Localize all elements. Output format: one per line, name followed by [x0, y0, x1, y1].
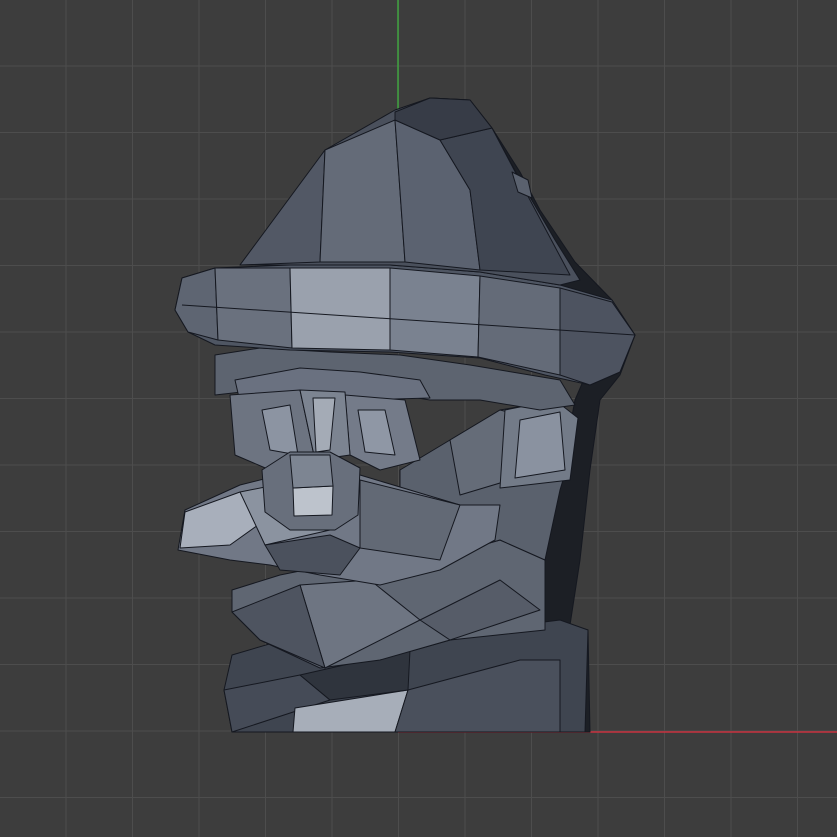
- mesh-brim-face-6: [559, 287, 636, 386]
- character-mesh[interactable]: [174, 97, 636, 733]
- 3d-viewport[interactable]: [0, 0, 837, 837]
- mesh-nose-top: [289, 454, 334, 489]
- mesh-brim-face-1: [174, 267, 219, 341]
- mesh-brim-face-4: [389, 267, 481, 358]
- viewport-canvas[interactable]: [0, 0, 837, 837]
- mesh-brim-face-3: [289, 267, 391, 351]
- mesh-cone-face-1: [239, 149, 326, 266]
- mesh-cone-face-2: [319, 119, 406, 263]
- mesh-ear-inner: [514, 411, 566, 479]
- mesh-nose-tip: [292, 485, 334, 517]
